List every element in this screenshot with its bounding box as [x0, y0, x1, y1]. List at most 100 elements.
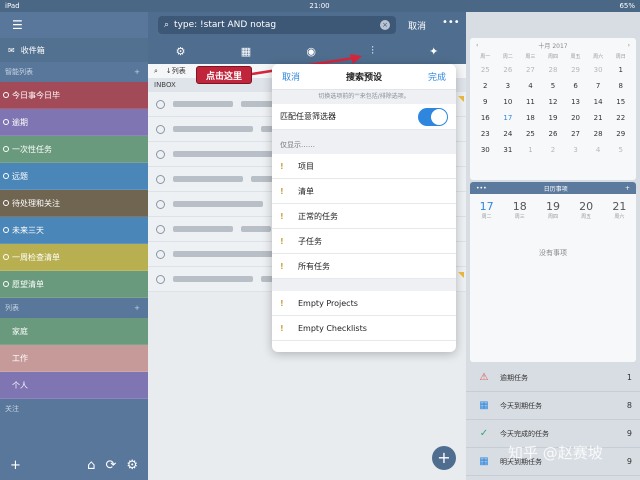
calendar-day[interactable]: 6 [564, 78, 587, 94]
add-event-icon[interactable]: + [625, 185, 630, 192]
calendar-day[interactable]: 31 [497, 142, 520, 158]
prev-month-icon[interactable]: ‹ [476, 42, 478, 49]
exclamation-icon[interactable]: ! [280, 187, 286, 196]
calendar-day[interactable]: 1 [519, 142, 542, 158]
add-icon[interactable]: + [10, 458, 21, 473]
tag-icon[interactable]: ⌂ [87, 458, 95, 473]
calendar-day[interactable]: 2 [474, 78, 497, 94]
calendar-day[interactable]: 13 [564, 94, 587, 110]
show-only-option[interactable]: ! 所有任务 [272, 254, 456, 279]
calendar-day[interactable]: 2 [542, 142, 565, 158]
sidebar-item[interactable]: 待处理和关注 [0, 190, 148, 217]
calendar-day[interactable]: 30 [587, 62, 610, 78]
calendar-day[interactable]: 3 [497, 78, 520, 94]
calendar-day[interactable]: 26 [497, 62, 520, 78]
calendar-day[interactable]: 3 [564, 142, 587, 158]
sidebar-item[interactable]: 未来三天 [0, 217, 148, 244]
settings-icon[interactable]: ⚙ [126, 458, 138, 473]
add-list-icon[interactable]: + [134, 304, 140, 312]
calendar-day[interactable]: 4 [519, 78, 542, 94]
calendar-day[interactable]: 16 [474, 110, 497, 126]
calendar-day[interactable]: 8 [609, 78, 632, 94]
week-day[interactable]: 19 周四 [546, 200, 560, 220]
sync-icon[interactable]: ⟳ [105, 458, 116, 473]
popover-cancel-button[interactable]: 取消 [282, 70, 300, 83]
search-input[interactable]: ⌕ type: !start AND notag × [158, 16, 396, 34]
calendar-day[interactable]: 14 [587, 94, 610, 110]
calendar-day[interactable]: 20 [564, 110, 587, 126]
week-day[interactable]: 20 周五 [579, 200, 593, 220]
summary-row[interactable]: ⚠ 逾期任务 1 [466, 364, 640, 392]
sidebar-item[interactable]: 今日事今日毕 [0, 82, 148, 109]
sidebar-item[interactable]: 逾期 [0, 109, 148, 136]
sidebar-item[interactable]: 一周检查清单 [0, 244, 148, 271]
sidebar-item[interactable]: 个人 [0, 372, 148, 399]
menu-icon[interactable]: ☰ [12, 18, 23, 32]
calendar-day[interactable]: 23 [474, 126, 497, 142]
calendar-day[interactable]: 5 [542, 78, 565, 94]
sidebar-item[interactable]: 工作 [0, 345, 148, 372]
calendar-day[interactable]: 1 [609, 62, 632, 78]
week-day[interactable]: 17 周二 [480, 200, 494, 220]
calendar-day[interactable]: 22 [609, 110, 632, 126]
calendar-day[interactable]: 17 [497, 110, 520, 126]
task-checkbox[interactable] [156, 174, 165, 184]
sidebar-item[interactable]: 愿望清单 [0, 271, 148, 298]
calendar-day[interactable]: 28 [542, 62, 565, 78]
show-only-option[interactable]: ! 正常的任务 [272, 204, 456, 229]
calendar-day[interactable]: 26 [542, 126, 565, 142]
sidebar-item-inbox[interactable]: ✉ 收件箱 [0, 38, 148, 62]
task-checkbox[interactable] [156, 199, 165, 209]
calendar-day[interactable]: 30 [474, 142, 497, 158]
match-any-toggle[interactable] [418, 107, 448, 126]
calendar-day[interactable]: 10 [497, 94, 520, 110]
calendar-day[interactable]: 21 [587, 110, 610, 126]
filter-sliders-icon[interactable]: ⫶ [371, 44, 374, 58]
calendar-day[interactable]: 29 [564, 62, 587, 78]
sidebar-item[interactable]: 家庭 [0, 318, 148, 345]
week-day[interactable]: 18 周三 [513, 200, 527, 220]
task-checkbox[interactable] [156, 274, 165, 284]
add-smart-list-icon[interactable]: + [134, 68, 140, 76]
add-task-button[interactable]: + [432, 446, 456, 470]
exclamation-icon[interactable]: ! [280, 212, 286, 221]
task-checkbox[interactable] [156, 124, 165, 134]
calendar-day[interactable]: 5 [609, 142, 632, 158]
week-more-icon[interactable]: ••• [476, 185, 487, 192]
task-checkbox[interactable] [156, 99, 165, 109]
task-checkbox[interactable] [156, 224, 165, 234]
empty-option[interactable]: ! Empty Checklists [272, 316, 456, 341]
calendar-day[interactable]: 28 [587, 126, 610, 142]
calendar-day[interactable]: 29 [609, 126, 632, 142]
show-only-option[interactable]: ! 子任务 [272, 229, 456, 254]
show-only-option[interactable]: ! 项目 [272, 154, 456, 179]
show-only-option[interactable]: ! 清单 [272, 179, 456, 204]
calendar-filter-icon[interactable]: ▦ [241, 45, 251, 58]
popover-done-button[interactable]: 完成 [428, 70, 446, 83]
calendar-day[interactable]: 24 [497, 126, 520, 142]
calendar-day[interactable]: 27 [519, 62, 542, 78]
calendar-day[interactable]: 12 [542, 94, 565, 110]
calendar-day[interactable]: 25 [474, 62, 497, 78]
task-checkbox[interactable] [156, 149, 165, 159]
calendar-day[interactable]: 19 [542, 110, 565, 126]
exclamation-icon[interactable]: ! [280, 162, 286, 171]
empty-option[interactable]: ! Empty Projects [272, 291, 456, 316]
calendar-day[interactable]: 7 [587, 78, 610, 94]
calendar-day[interactable]: 9 [474, 94, 497, 110]
calendar-day[interactable]: 27 [564, 126, 587, 142]
search-cancel-button[interactable]: 取消 [408, 19, 426, 32]
exclamation-icon[interactable]: ! [280, 324, 286, 333]
calendar-day[interactable]: 11 [519, 94, 542, 110]
more-icon[interactable]: ••• [442, 17, 460, 28]
week-day[interactable]: 21 周六 [612, 200, 626, 220]
sidebar-item[interactable]: 远题 [0, 163, 148, 190]
exclamation-icon[interactable]: ! [280, 299, 286, 308]
summary-row[interactable]: ▦ 今天到期任务 8 [466, 392, 640, 420]
next-month-icon[interactable]: › [628, 42, 630, 49]
task-checkbox[interactable] [156, 249, 165, 259]
sparkle-icon[interactable]: ✦ [429, 45, 438, 58]
calendar-day[interactable]: 15 [609, 94, 632, 110]
calendar-day[interactable]: 4 [587, 142, 610, 158]
clear-search-icon[interactable]: × [380, 20, 390, 30]
